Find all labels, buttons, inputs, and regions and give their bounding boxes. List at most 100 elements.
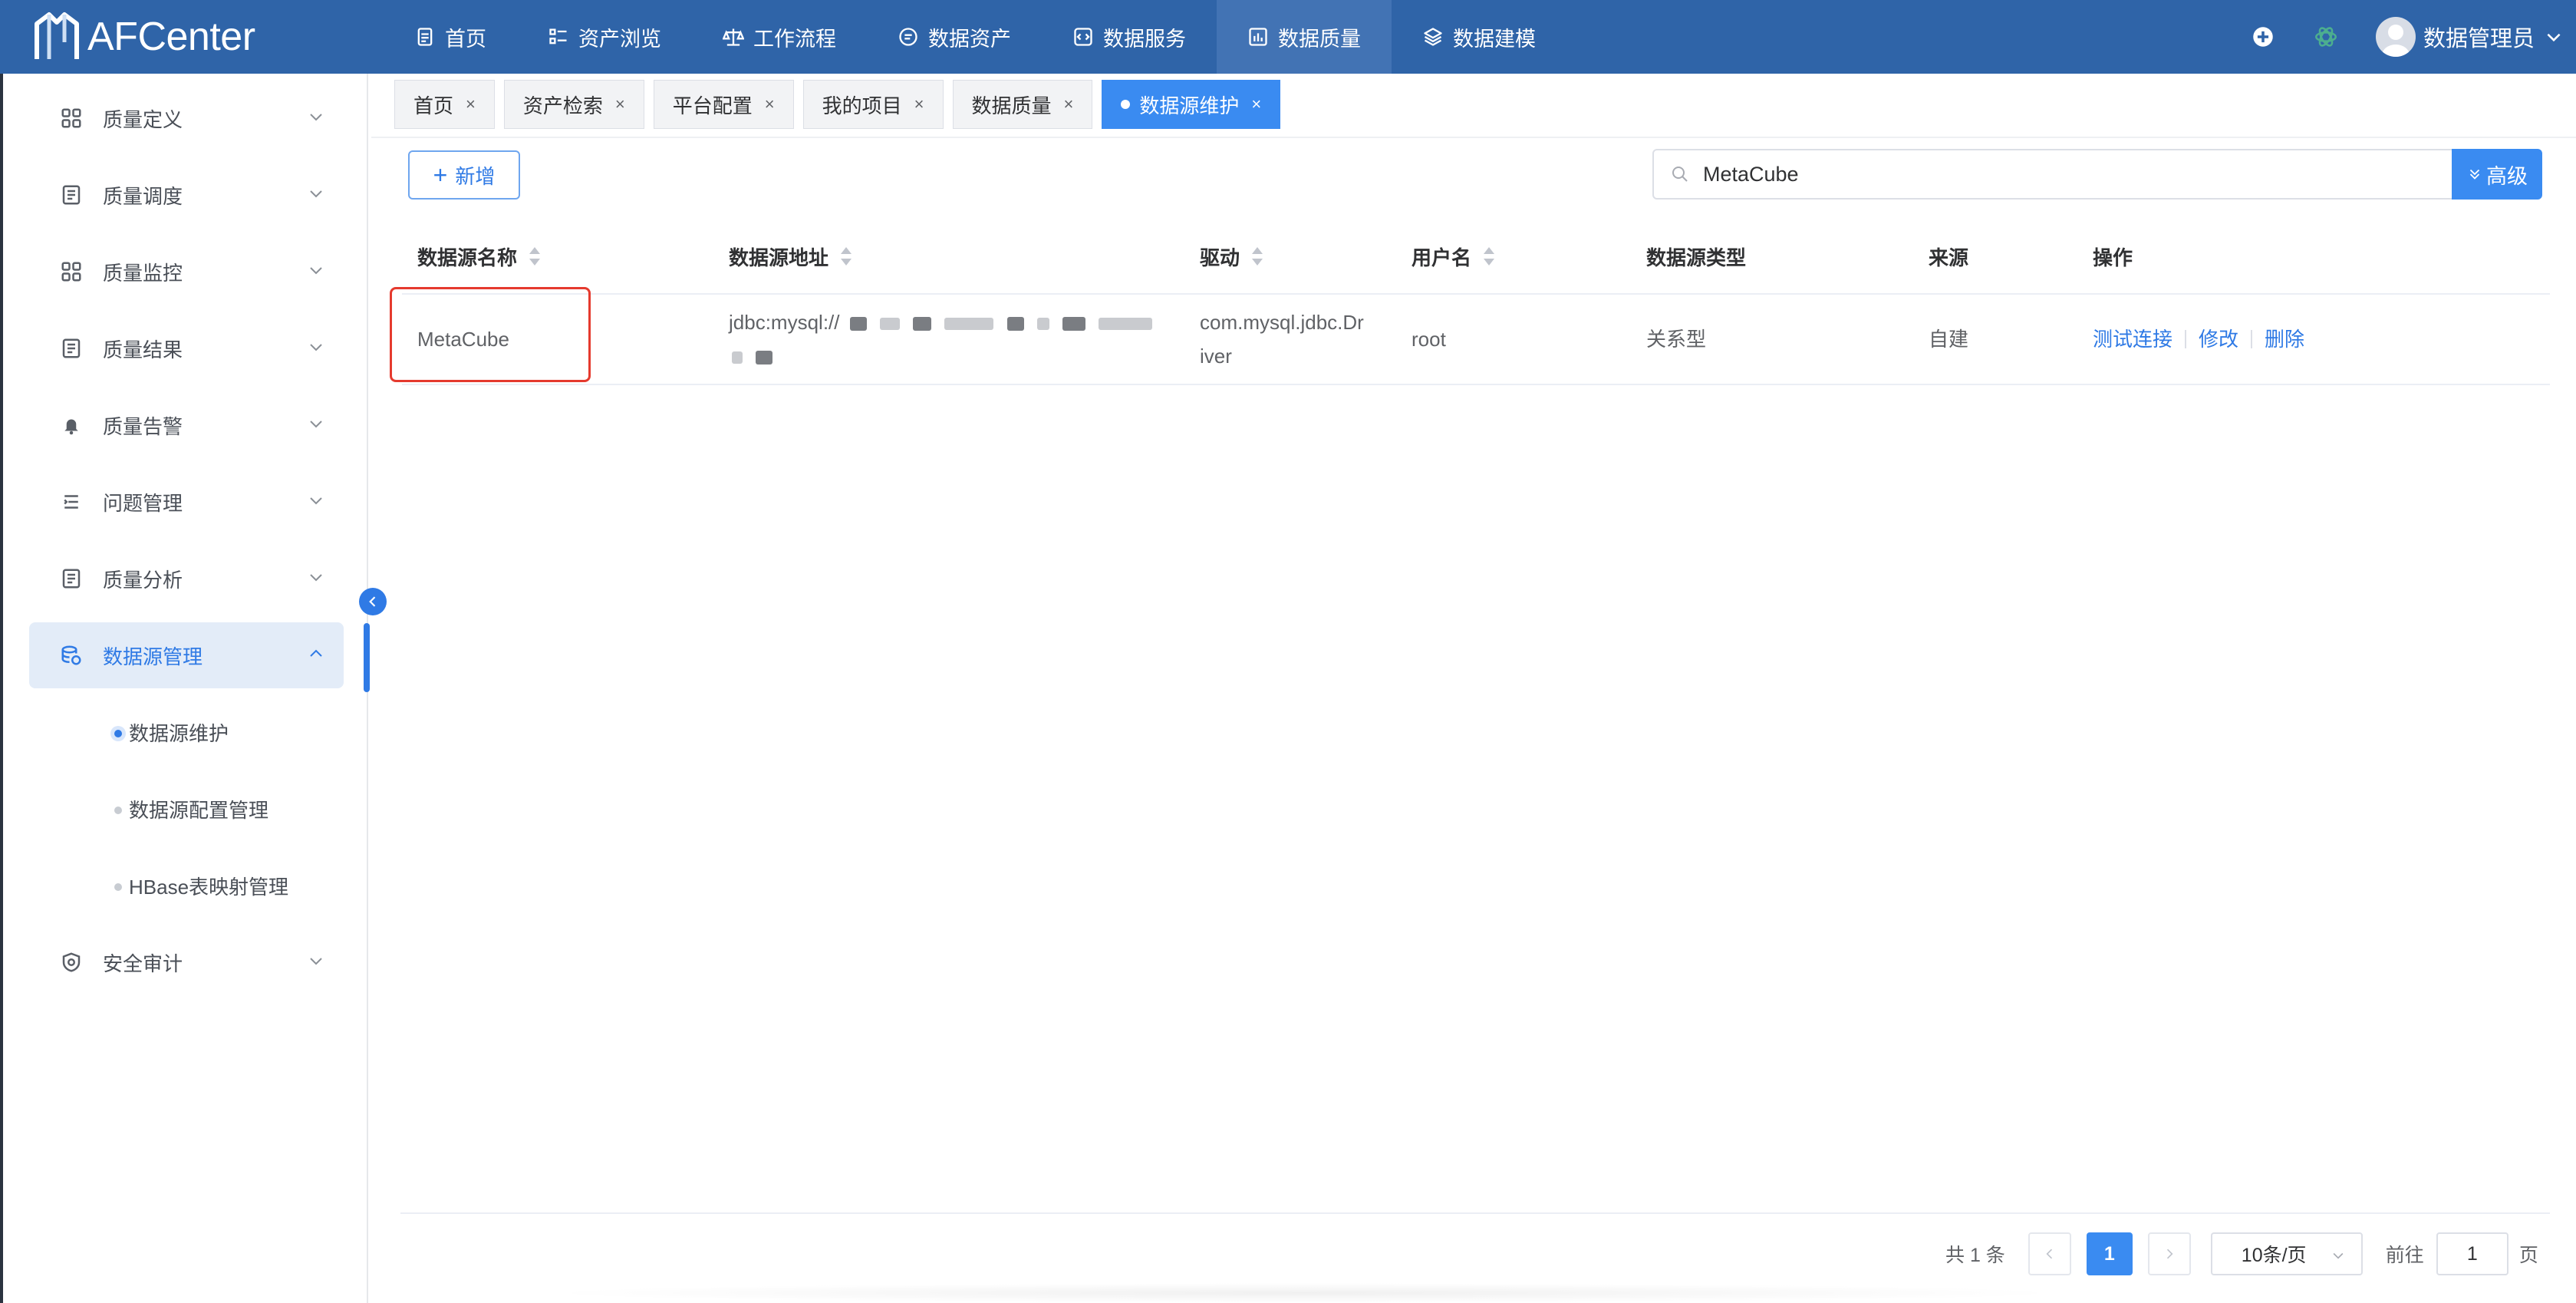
cell-address: jdbc:mysql:// xyxy=(729,295,1174,384)
search-box[interactable] xyxy=(1652,149,2453,200)
tab-my-projects[interactable]: 我的项目 × xyxy=(802,80,944,129)
topnav-data-quality[interactable]: 数据质量 xyxy=(1217,0,1392,74)
tab-label: 资产检索 xyxy=(522,94,603,117)
column-header-username[interactable]: 用户名 xyxy=(1412,218,1497,295)
column-header-driver[interactable]: 驱动 xyxy=(1200,218,1266,295)
sidebar-item-quality-alert[interactable]: 质量告警 xyxy=(29,392,344,458)
chevron-down-icon[interactable] xyxy=(2544,27,2564,47)
redacted-text xyxy=(1006,317,1024,332)
add-circle-icon[interactable] xyxy=(2250,24,2276,50)
sidebar-item-quality-monitor[interactable]: 质量监控 xyxy=(29,239,344,305)
topnav-home[interactable]: 首页 xyxy=(384,0,517,74)
topnav-asset-browse[interactable]: 资产浏览 xyxy=(517,0,692,74)
add-button[interactable]: + 新增 xyxy=(408,150,520,200)
next-page-button[interactable] xyxy=(2147,1232,2191,1275)
top-nav-menu: 首页 资产浏览 工作流程 数据资产 数据服务 数据质量 数据建模 xyxy=(384,0,1566,74)
sidebar-item-label: 安全审计 xyxy=(103,952,183,975)
sidebar-item-quality-analysis[interactable]: 质量分析 xyxy=(29,546,344,612)
close-icon[interactable]: × xyxy=(914,94,924,114)
sort-icon[interactable] xyxy=(1249,244,1266,269)
bullet-dot xyxy=(114,883,122,891)
sidebar-collapse-button[interactable] xyxy=(359,588,387,615)
tab-label: 首页 xyxy=(413,94,454,117)
topnav-data-asset[interactable]: 数据资产 xyxy=(867,0,1042,74)
sidebar-item-issue-management[interactable]: 问题管理 xyxy=(29,469,344,535)
advanced-search-button[interactable]: 高级 xyxy=(2452,149,2542,200)
sidebar-item-security-audit[interactable]: 安全审计 xyxy=(29,929,344,995)
close-icon[interactable]: × xyxy=(466,94,476,114)
chevron-left-icon xyxy=(369,596,376,607)
driver-line: iver xyxy=(1200,345,1232,368)
redacted-text xyxy=(1099,318,1153,331)
close-icon[interactable]: × xyxy=(1064,94,1074,114)
sort-icon[interactable] xyxy=(1481,244,1497,269)
topnav-label: 首页 xyxy=(445,27,486,51)
topnav-workflow[interactable]: 工作流程 xyxy=(692,0,867,74)
pagination-divider xyxy=(400,1212,2550,1214)
username-value: root xyxy=(1412,328,1446,351)
pagination: 共 1 条 1 10条/页 前往 页 xyxy=(1945,1232,2538,1275)
chat-box-icon xyxy=(899,28,917,46)
topnav-label: 数据建模 xyxy=(1453,27,1536,51)
close-icon[interactable]: × xyxy=(765,94,775,114)
topnav-data-modeling[interactable]: 数据建模 xyxy=(1392,0,1566,74)
sidebar-subitem-label: 数据源配置管理 xyxy=(129,798,269,822)
column-header-label: 来源 xyxy=(1929,246,1969,269)
chevron-down-icon xyxy=(310,574,322,582)
page-number-current[interactable]: 1 xyxy=(2086,1232,2133,1275)
sidebar-subitem-label: HBase表映射管理 xyxy=(129,875,289,899)
sidebar-drag-handle[interactable] xyxy=(364,623,370,692)
address-text-block: jdbc:mysql:// xyxy=(729,305,1155,373)
action-separator xyxy=(2185,330,2187,348)
prev-page-button[interactable] xyxy=(2028,1232,2071,1275)
tab-home[interactable]: 首页 × xyxy=(394,80,495,129)
sidebar-subitem-datasource-config[interactable]: 数据源配置管理 xyxy=(29,778,344,840)
chevron-down-icon xyxy=(310,497,322,505)
sidebar-item-label: 质量告警 xyxy=(103,414,183,438)
address-line: jdbc:mysql:// xyxy=(729,305,1155,339)
sidebar-subitem-datasource-maintenance[interactable]: 数据源维护 xyxy=(29,701,344,763)
column-header-label: 用户名 xyxy=(1412,246,1472,269)
sort-icon[interactable] xyxy=(526,244,543,269)
search-input[interactable] xyxy=(1703,162,2439,186)
tab-platform-config[interactable]: 平台配置 × xyxy=(653,80,794,129)
close-icon[interactable]: × xyxy=(615,94,625,114)
app-logo[interactable]: AFCenter xyxy=(0,12,368,62)
search-icon xyxy=(1672,167,1688,182)
advanced-button-label: 高级 xyxy=(2486,164,2528,188)
sidebar-item-quality-definition[interactable]: 质量定义 xyxy=(29,85,344,151)
sidebar-item-datasource-management[interactable]: 数据源管理 xyxy=(29,622,344,688)
sort-icon[interactable] xyxy=(838,244,855,269)
tab-data-quality[interactable]: 数据质量 × xyxy=(952,80,1093,129)
document-icon xyxy=(417,28,433,46)
goto-suffix: 页 xyxy=(2518,1245,2538,1266)
edit-link[interactable]: 修改 xyxy=(2199,322,2238,356)
delete-link[interactable]: 删除 xyxy=(2265,322,2304,356)
page-size-select[interactable]: 10条/页 xyxy=(2210,1232,2363,1275)
goto-prefix: 前往 xyxy=(2385,1245,2424,1266)
user-avatar[interactable] xyxy=(2375,17,2416,57)
close-icon[interactable]: × xyxy=(1251,94,1261,114)
list-indent-icon xyxy=(64,495,78,509)
double-chevron-down-icon xyxy=(2469,169,2480,180)
page-tabs: 首页 × 资产检索 × 平台配置 × 我的项目 × 数据质量 × 数据源维护 × xyxy=(394,80,1290,129)
topnav-data-service[interactable]: 数据服务 xyxy=(1042,0,1217,74)
column-header-label: 数据源类型 xyxy=(1646,246,1747,269)
topnav-label: 工作流程 xyxy=(753,27,836,51)
sidebar-subitem-hbase-mapping[interactable]: HBase表映射管理 xyxy=(29,855,344,916)
tab-asset-search[interactable]: 资产检索 × xyxy=(503,80,644,129)
sidebar-item-quality-result[interactable]: 质量结果 xyxy=(29,315,344,381)
sidebar-item-quality-schedule[interactable]: 质量调度 xyxy=(29,162,344,228)
test-connection-link[interactable]: 测试连接 xyxy=(2093,322,2172,356)
tab-datasource-maintenance[interactable]: 数据源维护 × xyxy=(1102,80,1281,129)
goto-page-input[interactable] xyxy=(2436,1232,2508,1275)
openai-logo-icon[interactable] xyxy=(2313,24,2339,50)
column-header-name[interactable]: 数据源名称 xyxy=(417,218,543,295)
column-header-address[interactable]: 数据源地址 xyxy=(729,218,855,295)
column-header-label: 数据源名称 xyxy=(417,246,518,269)
bar-chart-icon xyxy=(1249,28,1267,46)
redacted-text xyxy=(913,317,932,332)
username[interactable]: 数据管理员 xyxy=(2423,21,2535,53)
cell-username: root xyxy=(1412,295,1446,384)
chevron-down-icon xyxy=(310,958,322,965)
